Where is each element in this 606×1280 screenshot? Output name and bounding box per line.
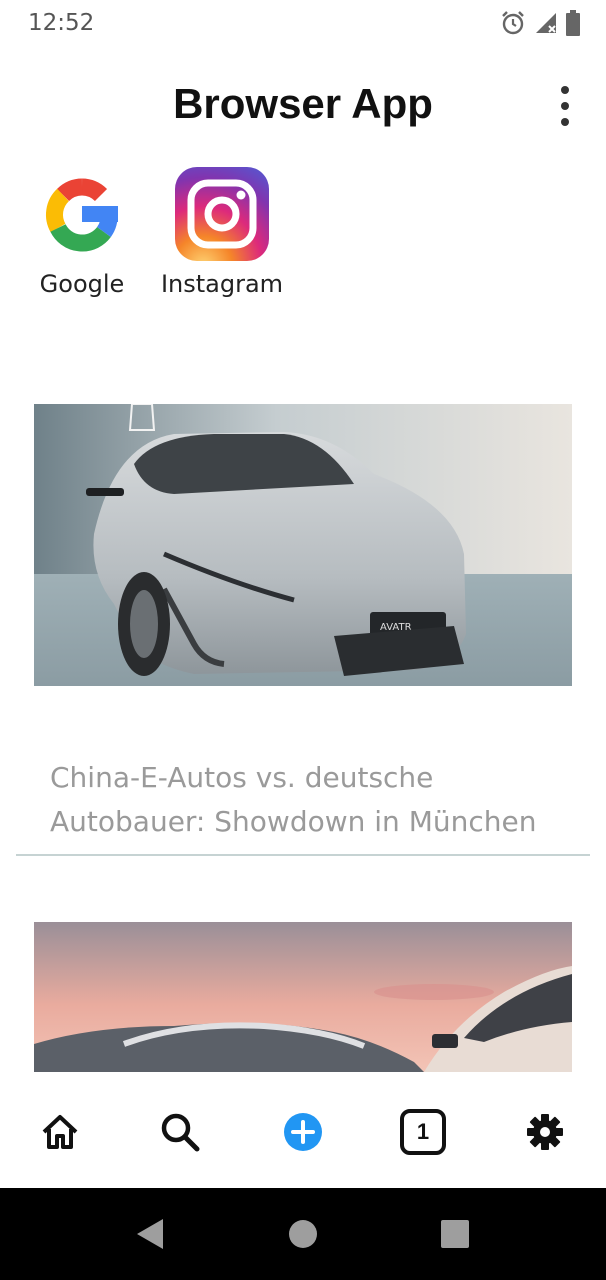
instagram-logo-icon [174, 166, 270, 262]
settings-icon[interactable] [515, 1102, 575, 1162]
search-icon[interactable] [150, 1102, 210, 1162]
more-vert-icon[interactable] [554, 86, 576, 126]
news-headline[interactable]: China-E-Autos vs. deutsche Autobauer: Sh… [50, 756, 570, 844]
google-logo-icon [34, 166, 130, 262]
status-time: 12:52 [28, 10, 95, 36]
news-image-car[interactable]: AVATR [34, 404, 572, 686]
shortcut-label-google: Google [39, 270, 125, 298]
add-circle-icon[interactable] [273, 1102, 333, 1162]
bottom-navigation: 1 [0, 1072, 606, 1188]
tabs-icon[interactable]: 1 [393, 1102, 453, 1162]
back-icon[interactable] [130, 1214, 170, 1254]
shortcut-label-instagram: Instagram [160, 270, 284, 298]
shortcut-google[interactable]: Google [26, 166, 138, 298]
news-card[interactable]: AVATR China-E-Autos vs. deutsche Autobau… [16, 404, 590, 864]
shortcut-instagram[interactable]: Instagram [161, 166, 283, 298]
signal-icon [534, 11, 558, 40]
battery-icon [566, 10, 580, 41]
home-icon[interactable] [30, 1102, 90, 1162]
news-card[interactable] [16, 922, 590, 1072]
home-circle-icon[interactable] [283, 1214, 323, 1254]
card-divider [16, 854, 590, 856]
recents-icon[interactable] [435, 1214, 475, 1254]
alarm-icon [500, 10, 526, 41]
shortcuts-grid: Google Instagram [26, 166, 283, 298]
status-bar: 12:52 [0, 0, 606, 48]
news-image-sunset-car[interactable] [34, 922, 572, 1072]
status-icons [500, 10, 580, 41]
app-title: Browser App [173, 80, 433, 127]
app-bar: Browser App [0, 60, 606, 150]
system-navigation-bar [0, 1188, 606, 1280]
tabs-count: 1 [400, 1109, 446, 1155]
